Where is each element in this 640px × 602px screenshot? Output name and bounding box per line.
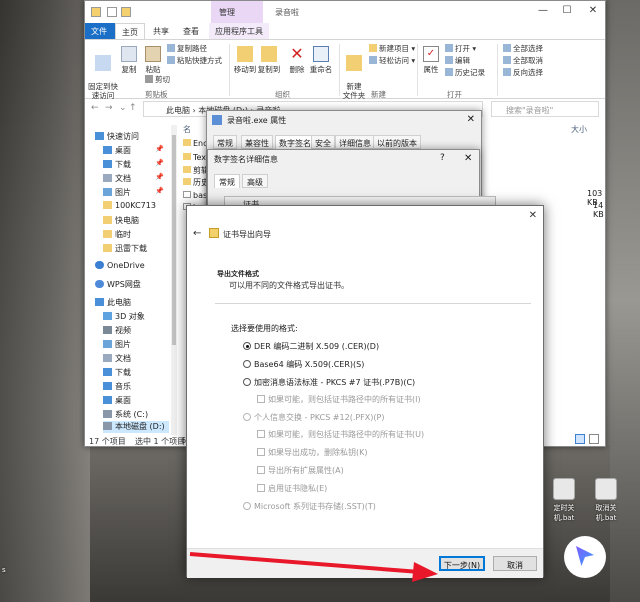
arrow-head [412,562,438,582]
arrow-shaft [189,552,421,574]
annotation-arrow [189,552,438,582]
